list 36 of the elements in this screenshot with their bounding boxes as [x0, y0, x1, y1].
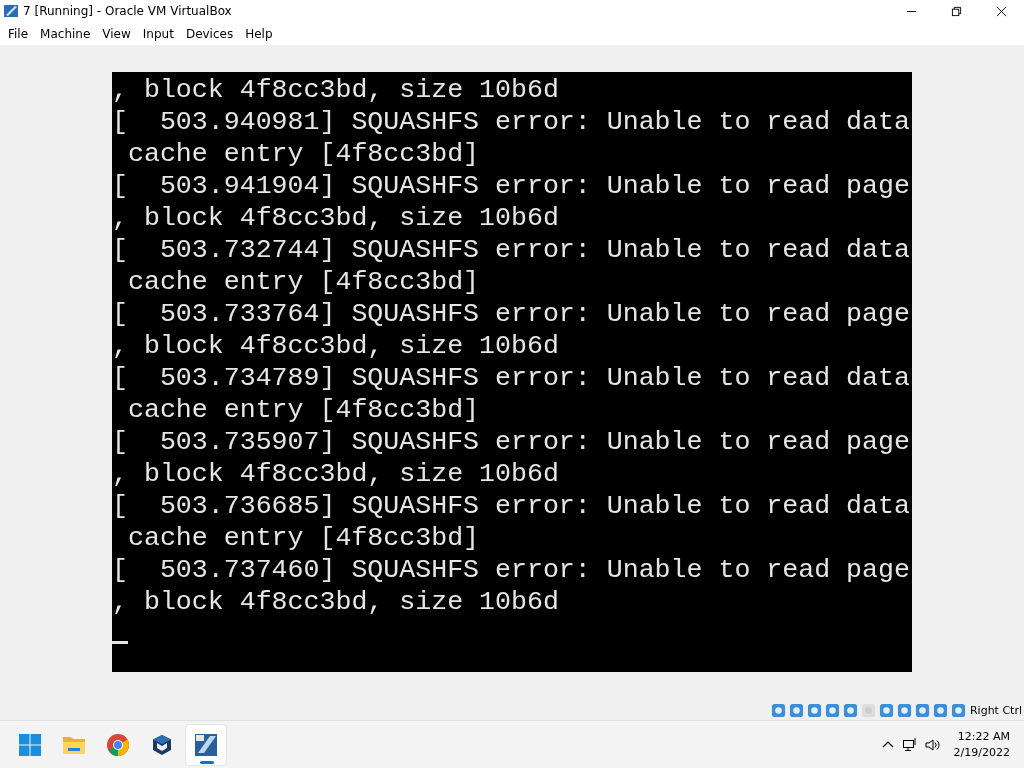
app-icon — [3, 3, 19, 19]
vm-icon — [194, 732, 218, 757]
clock-time[interactable]: 12:22 AM — [957, 728, 1010, 745]
console-line: [ 503.732744] SQUASHFS error: Unable to read data — [112, 234, 910, 266]
console-line: , block 4f8cc3bd, size 10b6d — [112, 458, 559, 490]
menu-item[interactable]: Devices — [179, 26, 240, 41]
menu-item[interactable]: File — [2, 26, 35, 41]
console-line: [ 503.940981] SQUASHFS error: Unable to read data — [112, 106, 910, 138]
taskbar-button[interactable] — [186, 724, 226, 765]
console-line: , block 4f8cc3bd, size 10b6d — [112, 586, 559, 618]
windows-logo-icon — [18, 732, 42, 757]
console-line: cache entry [4f8cc3bd] — [126, 394, 480, 426]
host-key-label: Right Ctrl — [969, 703, 1022, 717]
cube-icon — [150, 732, 174, 757]
console-line: [ 503.735907] SQUASHFS error: Unable to read page — [112, 426, 910, 458]
menu-item[interactable]: Help — [239, 26, 279, 41]
console-line: cache entry [4f8cc3bd] — [126, 138, 480, 170]
console-line: [ 503.733764] SQUASHFS error: Unable to read page — [112, 298, 910, 330]
close-icon[interactable] — [996, 5, 1007, 17]
volume-icon[interactable] — [923, 736, 940, 753]
restore-icon[interactable] — [951, 5, 962, 17]
window-title: 7 [Running] - Oracle VM VirtualBox — [23, 4, 232, 18]
console-line: [ 503.737460] SQUASHFS error: Unable to read page — [112, 554, 910, 586]
console-line: [ 503.941904] SQUASHFS error: Unable to read page — [112, 170, 910, 202]
console-line: [ 503.736685] SQUASHFS error: Unable to read data — [112, 490, 910, 522]
menu-item[interactable]: Machine — [34, 26, 97, 41]
console-line: , block 4f8cc3bd, size 10b6d — [112, 202, 559, 234]
menu-item[interactable]: Input — [136, 26, 180, 41]
menu-item[interactable]: View — [96, 26, 137, 41]
console-line: cache entry [4f8cc3bd] — [126, 522, 480, 554]
browser-icon — [106, 732, 130, 757]
console-line: , block 4f8cc3bd, size 10b6d — [112, 74, 559, 106]
console-line: , block 4f8cc3bd, size 10b6d — [112, 330, 559, 362]
console-line: [ 503.734789] SQUASHFS error: Unable to read data — [112, 362, 910, 394]
clock-date[interactable]: 2/19/2022 — [953, 744, 1010, 761]
console-line: cache entry [4f8cc3bd] — [126, 266, 480, 298]
